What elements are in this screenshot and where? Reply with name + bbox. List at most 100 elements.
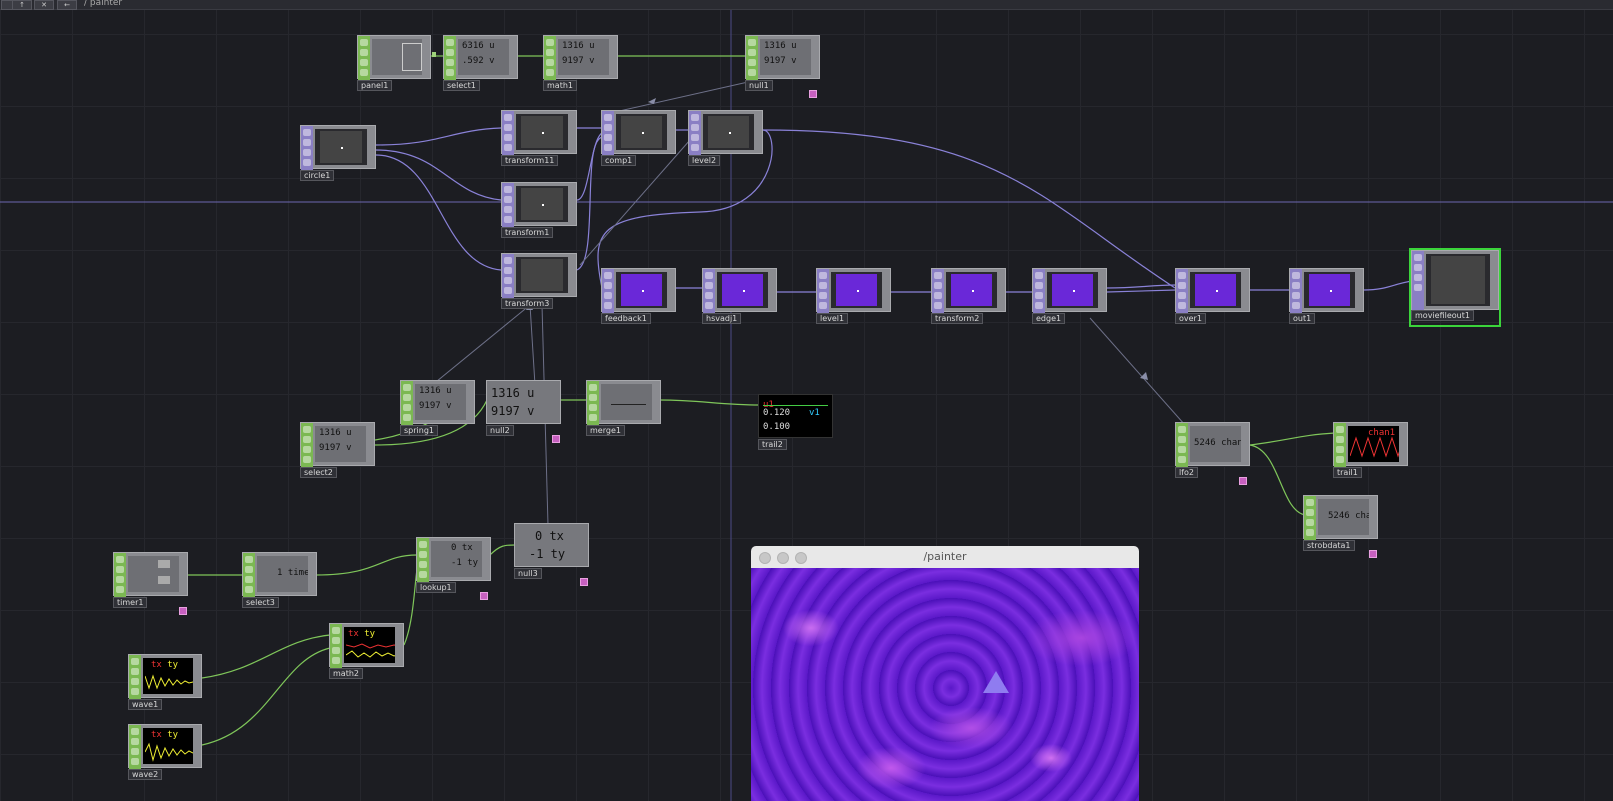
trail-range-min: 0.100 — [763, 422, 791, 432]
viewer-canvas[interactable] — [751, 568, 1139, 801]
node-label: lookup1 — [416, 582, 456, 593]
node-label: trail1 — [1333, 467, 1362, 478]
node-label: timer1 — [113, 597, 148, 608]
node-null2[interactable]: 1316 u 9197 v null2 — [486, 380, 561, 443]
channel-name: tx — [151, 730, 162, 740]
node-level1[interactable]: level1 — [816, 268, 891, 324]
channel-value: .592 v — [462, 56, 495, 66]
node-level2[interactable]: level2 — [688, 110, 763, 166]
node-label: null2 — [486, 425, 514, 436]
channel-value: 5246 chan1 — [1194, 438, 1241, 448]
node-label: level1 — [816, 313, 849, 324]
node-label: null1 — [745, 80, 773, 91]
node-timer1[interactable]: timer1 — [113, 552, 188, 615]
node-label: circle1 — [300, 170, 335, 181]
viewer-window[interactable]: /painter — [751, 546, 1139, 801]
display-flag-icon[interactable] — [1369, 550, 1377, 558]
node-label: out1 — [1289, 313, 1316, 324]
node-merge1[interactable]: merge1 — [586, 380, 661, 436]
channel-name: ty — [167, 660, 179, 670]
node-comp1[interactable]: comp1 — [601, 110, 676, 166]
channel-value: 0 tx — [451, 543, 473, 553]
window-zoom-button[interactable] — [795, 552, 807, 564]
node-label: edge1 — [1032, 313, 1066, 324]
channel-name: ty — [364, 629, 376, 639]
node-select2[interactable]: 1316 u 9197 v select2 — [300, 422, 375, 478]
channel-value: -1 ty — [529, 547, 566, 561]
node-strobdata1[interactable]: 5246 chan1 strobdata1 — [1303, 495, 1378, 558]
display-flag-icon[interactable] — [552, 435, 560, 443]
node-select1[interactable]: 6316 u .592 v select1 — [443, 35, 518, 91]
trail-range-max: 0.120 — [763, 408, 791, 418]
node-label: math1 — [543, 80, 577, 91]
channel-value: 1316 u — [419, 386, 452, 396]
triangle-shape — [983, 671, 1009, 693]
node-label: math2 — [329, 668, 363, 679]
node-label: spring1 — [400, 425, 438, 436]
node-edge1[interactable]: edge1 — [1032, 268, 1107, 324]
node-wave2[interactable]: tx ty wave2 — [128, 724, 202, 780]
node-label: wave1 — [128, 699, 163, 710]
channel-value: 9197 v — [419, 401, 452, 411]
node-label: merge1 — [586, 425, 625, 436]
node-label: hsvadj1 — [702, 313, 742, 324]
channel-name: ty — [167, 730, 179, 740]
channel-value: 9197 v — [764, 56, 797, 66]
node-label: transform1 — [501, 227, 554, 238]
node-over1[interactable]: over1 — [1175, 268, 1250, 324]
node-moviefileout1[interactable]: moviefileout1 — [1409, 248, 1501, 327]
channel-value: 1 timer — [277, 568, 308, 578]
node-label: trail2 — [758, 439, 787, 450]
trail-channel-v: v1 — [809, 408, 820, 418]
node-math1[interactable]: 1316 u 9197 v math1 — [543, 35, 618, 91]
node-transform11[interactable]: transform11 — [501, 110, 577, 166]
node-label: panel1 — [357, 80, 393, 91]
channel-value: 6316 u — [462, 41, 495, 51]
display-flag-icon[interactable] — [809, 90, 817, 98]
node-spring1[interactable]: 1316 u 9197 v spring1 — [400, 380, 475, 436]
channel-name: tx — [151, 660, 162, 670]
node-label: null3 — [514, 568, 542, 579]
node-wave1[interactable]: tx ty wave1 — [128, 654, 202, 710]
node-lfo2[interactable]: 5246 chan1 lfo2 — [1175, 422, 1250, 485]
node-transform3[interactable]: transform3 — [501, 253, 577, 309]
window-close-button[interactable] — [759, 552, 771, 564]
channel-value: -1 ty — [451, 558, 479, 568]
node-label: wave2 — [128, 769, 163, 780]
node-lookup1[interactable]: 0 tx -1 ty lookup1 — [416, 537, 491, 600]
channel-value: 9197 v — [562, 56, 595, 66]
node-circle1[interactable]: circle1 — [300, 125, 376, 181]
channel-value: 0 tx — [535, 529, 564, 543]
node-label: strobdata1 — [1303, 540, 1355, 551]
node-label: over1 — [1175, 313, 1206, 324]
node-trail1[interactable]: chan1 trail1 — [1333, 422, 1408, 478]
node-label: comp1 — [601, 155, 637, 166]
node-label: select1 — [443, 80, 480, 91]
node-label: select2 — [300, 467, 337, 478]
channel-value: 1316 u — [319, 428, 352, 438]
display-flag-icon[interactable] — [179, 607, 187, 615]
node-select3[interactable]: 1 timer select3 — [242, 552, 317, 608]
display-flag-icon[interactable] — [1239, 477, 1247, 485]
node-transform1[interactable]: transform1 — [501, 182, 577, 238]
node-feedback1[interactable]: feedback1 — [601, 268, 676, 324]
node-label: transform3 — [501, 298, 554, 309]
node-trail2[interactable]: u1 v1 0.120 0.100 trail2 — [758, 394, 833, 450]
channel-value: 1316 u — [491, 386, 535, 400]
node-transform2[interactable]: transform2 — [931, 268, 1006, 324]
node-null3[interactable]: 0 tx -1 ty null3 — [514, 523, 589, 586]
node-label: moviefileout1 — [1411, 310, 1474, 321]
node-math2[interactable]: tx ty math2 — [329, 623, 404, 679]
node-out1[interactable]: out1 — [1289, 268, 1364, 324]
node-label: lfo2 — [1175, 467, 1199, 478]
node-label: transform2 — [931, 313, 984, 324]
node-panel1[interactable]: panel1 — [357, 35, 436, 91]
channel-value: 1316 u — [562, 41, 595, 51]
node-label: transform11 — [501, 155, 559, 166]
window-minimize-button[interactable] — [777, 552, 789, 564]
display-flag-icon[interactable] — [480, 592, 488, 600]
node-hsvadj1[interactable]: hsvadj1 — [702, 268, 777, 324]
display-flag-icon[interactable] — [580, 578, 588, 586]
node-null1[interactable]: 1316 u 9197 v null1 — [745, 35, 820, 98]
channel-value: 9197 v — [491, 404, 535, 418]
